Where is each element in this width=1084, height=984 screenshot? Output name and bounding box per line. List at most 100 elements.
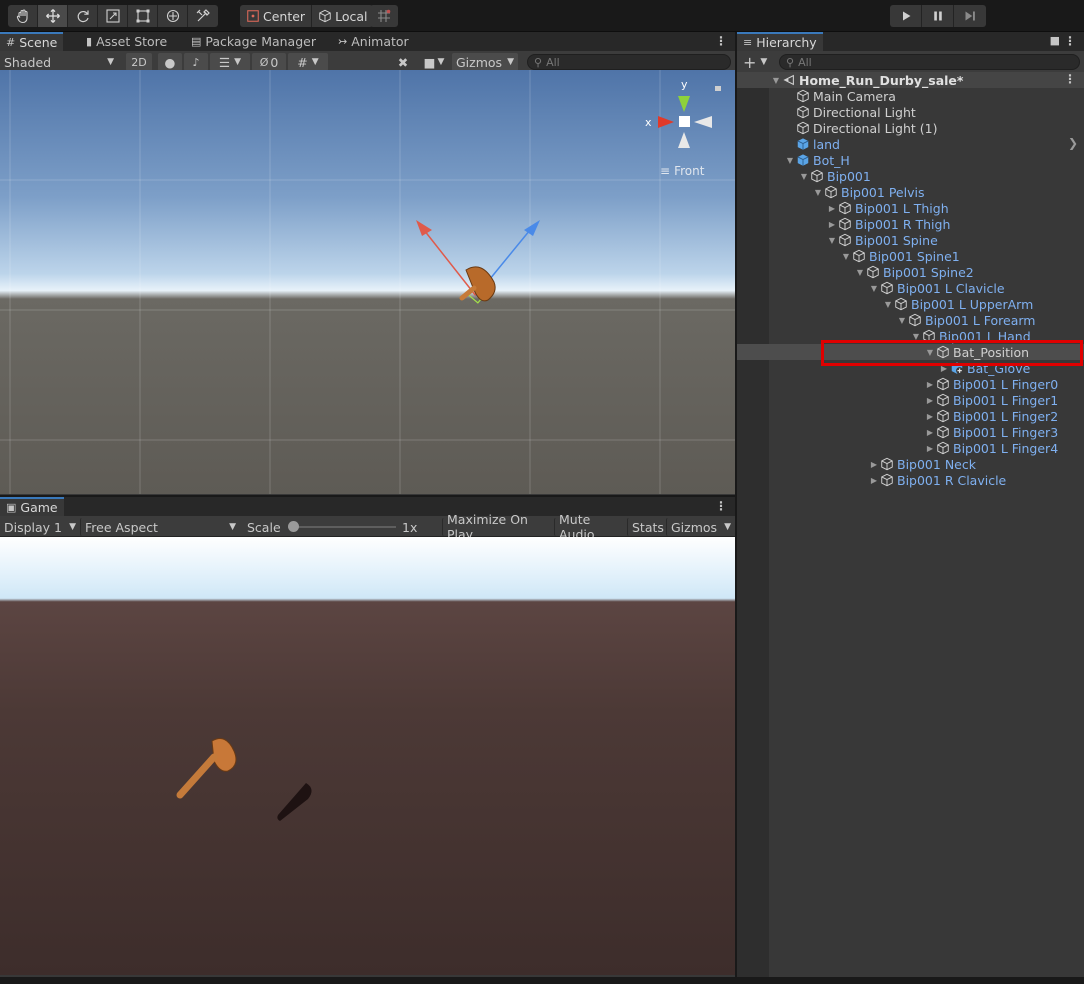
game-gizmos-dropdown[interactable]: Gizmos ▼ xyxy=(666,518,735,536)
hierarchy-item[interactable]: ▶ Bip001 L Thigh xyxy=(737,200,1084,216)
tab-asset-store[interactable]: ▮ Asset Store xyxy=(80,32,173,51)
expand-down-icon[interactable]: ▼ xyxy=(841,252,851,261)
hierarchy-item[interactable]: ▼ Bip001 Spine2 xyxy=(737,264,1084,280)
expand-down-icon[interactable]: ▼ xyxy=(925,348,935,357)
view-mode-label[interactable]: ≡ Front xyxy=(660,164,704,178)
audio-toggle[interactable]: ♪ xyxy=(184,53,208,71)
expand-down-icon[interactable]: ▼ xyxy=(897,316,907,325)
2d-mode-toggle[interactable]: 2D xyxy=(126,53,152,71)
chevron-right-icon[interactable]: ❯ xyxy=(1068,136,1078,150)
tools-toggle[interactable]: ✖ xyxy=(392,53,414,71)
pivot-mode-button[interactable]: Center xyxy=(240,5,313,27)
expand-down-icon[interactable]: ▼ xyxy=(911,332,921,341)
tab-scene[interactable]: # Scene xyxy=(0,32,64,51)
lock-icon[interactable]: ■ xyxy=(1050,34,1060,47)
hand-tool-icon[interactable] xyxy=(8,5,38,27)
expand-right-icon[interactable]: ▶ xyxy=(869,460,879,469)
hierarchy-item[interactable]: ▼ Bip001 L Hand xyxy=(737,328,1084,344)
grid-snap-icon[interactable] xyxy=(370,5,398,27)
scene-viewport[interactable]: y x ≡ Front xyxy=(0,70,735,494)
aspect-dropdown[interactable]: Free Aspect ▼ xyxy=(80,518,240,536)
pause-icon[interactable] xyxy=(922,5,954,27)
hierarchy-item[interactable]: ▼ Bot_H xyxy=(737,152,1084,168)
hierarchy-item[interactable]: ▼ Bip001 L UpperArm xyxy=(737,296,1084,312)
effects-dropdown[interactable]: ☰ ▼ xyxy=(210,53,250,71)
scene-options-icon[interactable]: ⋮ xyxy=(1064,72,1076,86)
hierarchy-item[interactable]: ▼ Bip001 L Forearm xyxy=(737,312,1084,328)
expand-down-icon[interactable]: ▼ xyxy=(827,236,837,245)
custom-tool-icon[interactable] xyxy=(188,5,218,27)
expand-right-icon[interactable]: ▶ xyxy=(939,364,949,373)
expand-down-icon[interactable]: ▼ xyxy=(883,300,893,309)
hierarchy-item[interactable]: ▼ Bip001 xyxy=(737,168,1084,184)
stats-toggle[interactable]: Stats xyxy=(627,518,665,536)
hierarchy-search-input[interactable]: ⚲ All xyxy=(779,54,1080,70)
scale-slider-thumb[interactable] xyxy=(288,521,299,532)
expand-right-icon[interactable]: ▶ xyxy=(925,428,935,437)
lighting-toggle[interactable]: ● xyxy=(158,53,182,71)
scale-tool-icon[interactable] xyxy=(98,5,128,27)
orientation-gizmo[interactable]: y x xyxy=(638,76,728,176)
mute-audio-toggle[interactable]: Mute Audio xyxy=(554,512,626,542)
play-icon[interactable] xyxy=(890,5,922,27)
scene-search-input[interactable]: ⚲ All xyxy=(527,54,731,70)
tab-animator[interactable]: ↣ Animator xyxy=(332,32,415,51)
hierarchy-item[interactable]: ▶ Bip001 L Finger2 xyxy=(737,408,1084,424)
hierarchy-item[interactable]: ▼ Bip001 Spine xyxy=(737,232,1084,248)
hierarchy-item[interactable]: Main Camera xyxy=(737,88,1084,104)
scale-slider[interactable] xyxy=(288,521,396,532)
hierarchy-item[interactable]: ▶ Bip001 R Clavicle xyxy=(737,472,1084,488)
hierarchy-scene-root[interactable]: ▼ Home_Run_Durby_sale* xyxy=(737,72,1084,88)
expand-right-icon[interactable]: ▶ xyxy=(925,396,935,405)
expand-right-icon[interactable]: ▶ xyxy=(925,412,935,421)
expand-right-icon[interactable]: ▶ xyxy=(869,476,879,485)
expand-down-icon[interactable]: ▼ xyxy=(855,268,865,277)
display-dropdown[interactable]: Display 1 ▼ xyxy=(0,518,80,536)
scene-menu-icon[interactable]: ⋮ xyxy=(715,34,727,48)
expand-right-icon[interactable]: ▶ xyxy=(827,204,837,213)
expand-down-icon[interactable]: ▼ xyxy=(869,284,879,293)
expand-down-icon[interactable]: ▼ xyxy=(771,76,781,85)
tab-package-manager[interactable]: ▤ Package Manager xyxy=(185,32,322,51)
expand-right-icon[interactable]: ▶ xyxy=(827,220,837,229)
pivot-space-button[interactable]: Local xyxy=(312,5,373,27)
move-tool-icon[interactable] xyxy=(38,5,68,27)
hierarchy-item[interactable]: Directional Light (1) xyxy=(737,120,1084,136)
expand-right-icon[interactable]: ▶ xyxy=(925,380,935,389)
tab-hierarchy[interactable]: ≡ Hierarchy xyxy=(737,32,823,51)
rotate-tool-icon[interactable] xyxy=(68,5,98,27)
expand-down-icon[interactable]: ▼ xyxy=(813,188,823,197)
transform-tool-icon[interactable] xyxy=(158,5,188,27)
expand-down-icon[interactable]: ▼ xyxy=(799,172,809,181)
hierarchy-item[interactable]: ▶ Bip001 L Finger1 xyxy=(737,392,1084,408)
hierarchy-item[interactable]: ▶ Bip001 R Thigh xyxy=(737,216,1084,232)
maximize-on-play-toggle[interactable]: Maximize On Play xyxy=(442,512,550,542)
hierarchy-item[interactable]: ▼ Bip001 Spine1 xyxy=(737,248,1084,264)
game-menu-icon[interactable]: ⋮ xyxy=(715,499,727,513)
hierarchy-item[interactable]: ▼ Bip001 L Clavicle xyxy=(737,280,1084,296)
hierarchy-item[interactable]: ▶ Bip001 L Finger4 xyxy=(737,440,1084,456)
hierarchy-item[interactable]: ▼ Bip001 Pelvis xyxy=(737,184,1084,200)
game-viewport[interactable] xyxy=(0,537,735,975)
hierarchy-item[interactable]: ▶ Bip001 L Finger3 xyxy=(737,424,1084,440)
lock-icon[interactable] xyxy=(715,86,721,91)
hierarchy-menu-icon[interactable]: ⋮ xyxy=(1064,34,1076,48)
list-icon: ≡ xyxy=(743,36,753,49)
hierarchy-item[interactable]: Directional Light xyxy=(737,104,1084,120)
rect-tool-icon[interactable] xyxy=(128,5,158,27)
hierarchy-item[interactable]: ▶ Bip001 Neck xyxy=(737,456,1084,472)
hierarchy-item[interactable]: land xyxy=(737,136,1084,152)
hierarchy-item[interactable]: ▼ Bat_Position xyxy=(737,344,1084,360)
step-icon[interactable] xyxy=(954,5,986,27)
expand-down-icon[interactable]: ▼ xyxy=(785,156,795,165)
hidden-objects-toggle[interactable]: Ø 0 xyxy=(252,53,286,71)
grid-dropdown[interactable]: # ▼ xyxy=(288,53,328,71)
hierarchy-item[interactable]: ▶ Bip001 L Finger0 xyxy=(737,376,1084,392)
hierarchy-item[interactable]: ▶ Bat_Glove xyxy=(737,360,1084,376)
draw-mode-dropdown[interactable]: Shaded ▼ xyxy=(0,53,120,71)
expand-right-icon[interactable]: ▶ xyxy=(925,444,935,453)
camera-dropdown[interactable]: ■ ▼ xyxy=(418,53,450,71)
create-dropdown[interactable]: + ▼ xyxy=(739,53,771,72)
tab-game[interactable]: ▣ Game xyxy=(0,497,64,516)
gizmos-dropdown[interactable]: Gizmos ▼ xyxy=(452,53,518,71)
